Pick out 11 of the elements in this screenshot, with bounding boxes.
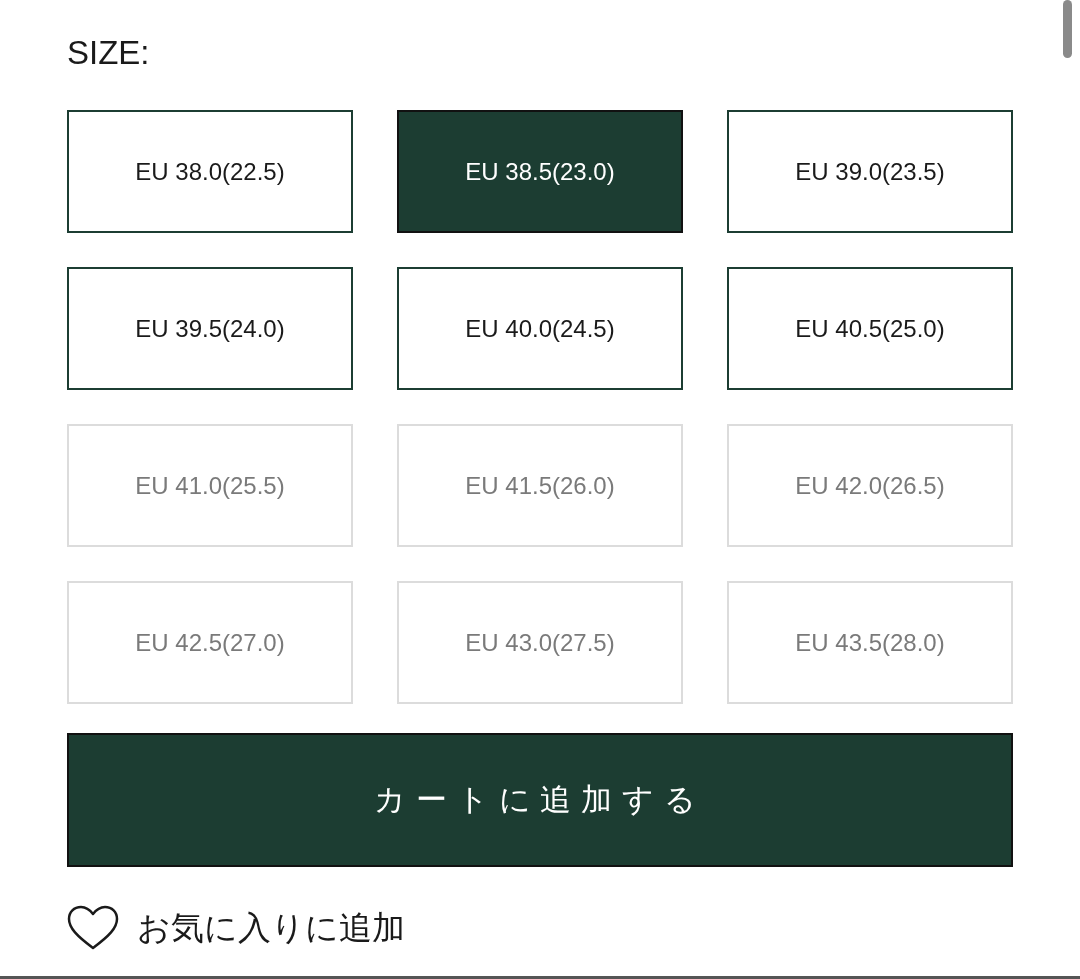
heart-icon bbox=[67, 905, 119, 951]
size-option[interactable]: EU 38.5(23.0) bbox=[397, 110, 683, 233]
size-option[interactable]: EU 40.5(25.0) bbox=[727, 267, 1013, 390]
size-option[interactable]: EU 38.0(22.5) bbox=[67, 110, 353, 233]
size-heading: SIZE: bbox=[67, 34, 150, 72]
add-to-cart-button[interactable]: カートに追加する bbox=[67, 733, 1013, 867]
add-to-favorites-button[interactable]: お気に入りに追加 bbox=[67, 905, 405, 951]
scrollbar[interactable] bbox=[1063, 0, 1072, 58]
size-option[interactable]: EU 40.0(24.5) bbox=[397, 267, 683, 390]
size-option[interactable]: EU 39.0(23.5) bbox=[727, 110, 1013, 233]
size-option[interactable]: EU 39.5(24.0) bbox=[67, 267, 353, 390]
